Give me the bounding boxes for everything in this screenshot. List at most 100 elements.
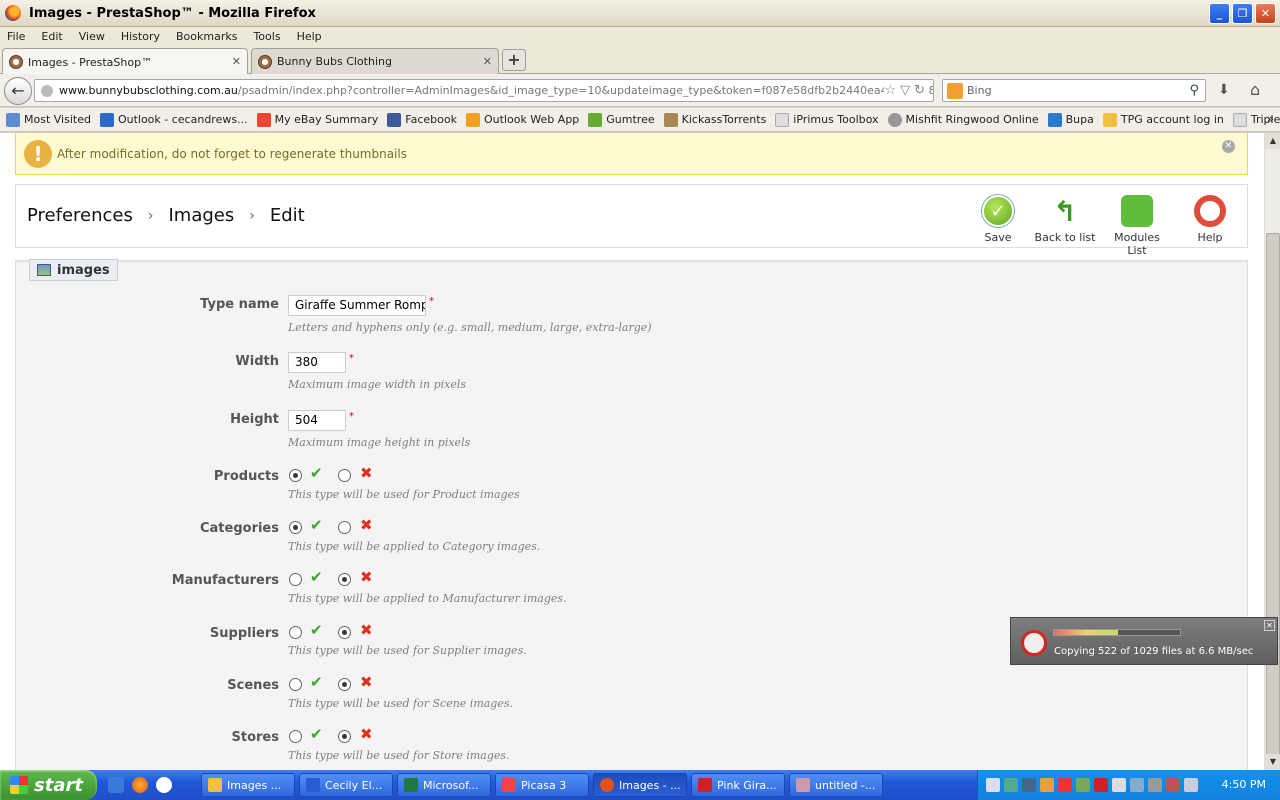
breadcrumb-preferences[interactable]: Preferences <box>27 205 133 226</box>
products-no-radio[interactable] <box>338 469 351 482</box>
stores-no-radio[interactable] <box>338 730 351 743</box>
chevron-right-icon: › <box>147 207 154 224</box>
window-controls: _ ❐ ✕ <box>1209 3 1276 24</box>
url-actions[interactable]: ☆▽↻ <box>884 83 929 98</box>
bookmark-item[interactable]: My eBay Summary <box>256 112 378 127</box>
tab-close-icon[interactable]: ✕ <box>232 55 241 68</box>
save-button[interactable]: ✓ Save <box>976 195 1020 244</box>
tray-icon[interactable] <box>1076 778 1090 792</box>
task-picasa[interactable]: Picasa 3 <box>495 773 589 797</box>
width-input[interactable]: 380 <box>288 352 346 373</box>
bookmark-item[interactable]: Gumtree <box>588 112 655 127</box>
minimize-button[interactable]: _ <box>1209 3 1230 24</box>
breadcrumb-images[interactable]: Images <box>168 205 234 226</box>
task-excel[interactable]: Microsof... <box>397 773 491 797</box>
menu-bookmarks[interactable]: Bookmarks <box>176 30 237 43</box>
outlook-web-icon <box>465 112 480 127</box>
manufacturers-yes-radio[interactable] <box>289 573 302 586</box>
globe-icon <box>887 112 902 127</box>
bookmark-item[interactable]: Bupa <box>1047 112 1094 127</box>
vertical-scrollbar[interactable]: ▲ ▼ <box>1264 133 1280 770</box>
task-untitled[interactable]: untitled -... <box>789 773 883 797</box>
scroll-up-icon[interactable]: ▲ <box>1265 133 1280 149</box>
scenes-no-radio[interactable] <box>338 678 351 691</box>
close-icon[interactable]: ✕ <box>1222 140 1235 153</box>
menu-tools[interactable]: Tools <box>253 30 280 43</box>
scenes-yes-radio[interactable] <box>289 678 302 691</box>
firefox-icon[interactable] <box>132 777 148 793</box>
task-pink-giraffe[interactable]: Pink Gira... <box>691 773 785 797</box>
site-identity-icon[interactable] <box>41 84 53 97</box>
products-yes-radio[interactable] <box>289 469 302 482</box>
bookmarks-overflow-icon[interactable]: » <box>1267 112 1274 126</box>
menu-history[interactable]: History <box>121 30 160 43</box>
modules-list-button[interactable]: Modules List <box>1104 195 1170 257</box>
bookmark-item[interactable]: Most Visited <box>6 112 91 127</box>
manufacturers-no-radio[interactable] <box>338 573 351 586</box>
paint-icon <box>698 778 712 792</box>
suppliers-no-radio[interactable] <box>338 626 351 639</box>
menu-view[interactable]: View <box>79 30 105 43</box>
bookmark-item[interactable]: KickassTorrents <box>663 112 766 127</box>
tray-icon[interactable] <box>1004 778 1018 792</box>
start-button[interactable]: start <box>0 770 97 800</box>
categories-yes-radio[interactable] <box>289 521 302 534</box>
tray-icon[interactable] <box>1022 778 1036 792</box>
tray-icon[interactable] <box>1148 778 1162 792</box>
home-icon[interactable]: ⌂ <box>1250 80 1260 99</box>
tab-images-prestashop[interactable]: Images - PrestaShop™ ✕ <box>2 48 248 75</box>
show-desktop-icon[interactable] <box>108 777 124 793</box>
bookmark-item[interactable]: Mishfit Ringwood Online <box>887 112 1039 127</box>
scrollbar-thumb[interactable] <box>1266 233 1280 758</box>
tray-icon[interactable] <box>1058 778 1072 792</box>
close-icon[interactable]: ✕ <box>1264 620 1275 631</box>
height-input[interactable]: 504 <box>288 410 346 431</box>
menu-help[interactable]: Help <box>297 30 322 43</box>
tab-bunny-bubs[interactable]: Bunny Bubs Clothing ✕ <box>251 48 499 74</box>
outlook-icon <box>99 112 114 127</box>
check-icon: ✔ <box>310 725 323 743</box>
tray-icon[interactable] <box>1040 778 1054 792</box>
download-icon[interactable]: ⬇ <box>1218 82 1230 98</box>
bookmark-item[interactable]: TPG account log in <box>1102 112 1224 127</box>
cross-icon: ✖ <box>360 725 373 743</box>
tray-icon[interactable] <box>1112 778 1126 792</box>
page-icon <box>775 112 790 127</box>
suppliers-yes-radio[interactable] <box>289 626 302 639</box>
bookmark-item[interactable]: Outlook - cecandrews... <box>99 112 248 127</box>
menu-edit[interactable]: Edit <box>41 30 62 43</box>
stores-yes-radio[interactable] <box>289 730 302 743</box>
task-word-doc[interactable]: Cecily El... <box>299 773 393 797</box>
bing-icon[interactable] <box>947 82 963 99</box>
help-button[interactable]: Help <box>1192 195 1228 244</box>
volume-icon[interactable] <box>1184 778 1198 792</box>
clock[interactable]: 4:50 PM <box>1222 778 1266 791</box>
maximize-button[interactable]: ❐ <box>1232 3 1253 24</box>
height-hint: Maximum image height in pixels <box>288 436 471 449</box>
tray-icon[interactable] <box>986 778 1000 792</box>
modules-label: Modules List <box>1114 231 1160 257</box>
scroll-down-icon[interactable]: ▼ <box>1265 754 1280 770</box>
back-to-list-button[interactable]: ↰ Back to list <box>1034 195 1096 245</box>
categories-no-radio[interactable] <box>338 521 351 534</box>
tray-icon[interactable] <box>1166 778 1180 792</box>
search-bar[interactable]: Bing ⚲ <box>942 79 1206 102</box>
form-panel <box>15 260 1248 770</box>
task-images-folder[interactable]: Images ... <box>201 773 295 797</box>
tab-label: Images - PrestaShop™ <box>28 55 153 69</box>
search-icon[interactable]: ⚲ <box>1189 83 1199 98</box>
bookmark-item[interactable]: iPrimus Toolbox <box>775 112 879 127</box>
tray-icon[interactable] <box>1094 778 1108 792</box>
tray-icon[interactable] <box>1130 778 1144 792</box>
bookmark-item[interactable]: Outlook Web App <box>465 112 579 127</box>
type-name-input[interactable]: Giraffe Summer Romper <box>288 295 426 316</box>
media-player-icon[interactable] <box>156 777 172 793</box>
close-button[interactable]: ✕ <box>1255 3 1276 24</box>
menu-file[interactable]: File <box>7 30 25 43</box>
task-firefox-images[interactable]: Images - ... <box>593 773 687 797</box>
tab-close-icon[interactable]: ✕ <box>483 55 492 68</box>
back-button[interactable]: ← <box>4 77 32 105</box>
address-bar[interactable]: www.bunnybubsclothing.com.au/psadmin/ind… <box>34 79 934 102</box>
bookmark-item[interactable]: Facebook <box>387 112 457 127</box>
new-tab-button[interactable]: + <box>502 49 526 71</box>
